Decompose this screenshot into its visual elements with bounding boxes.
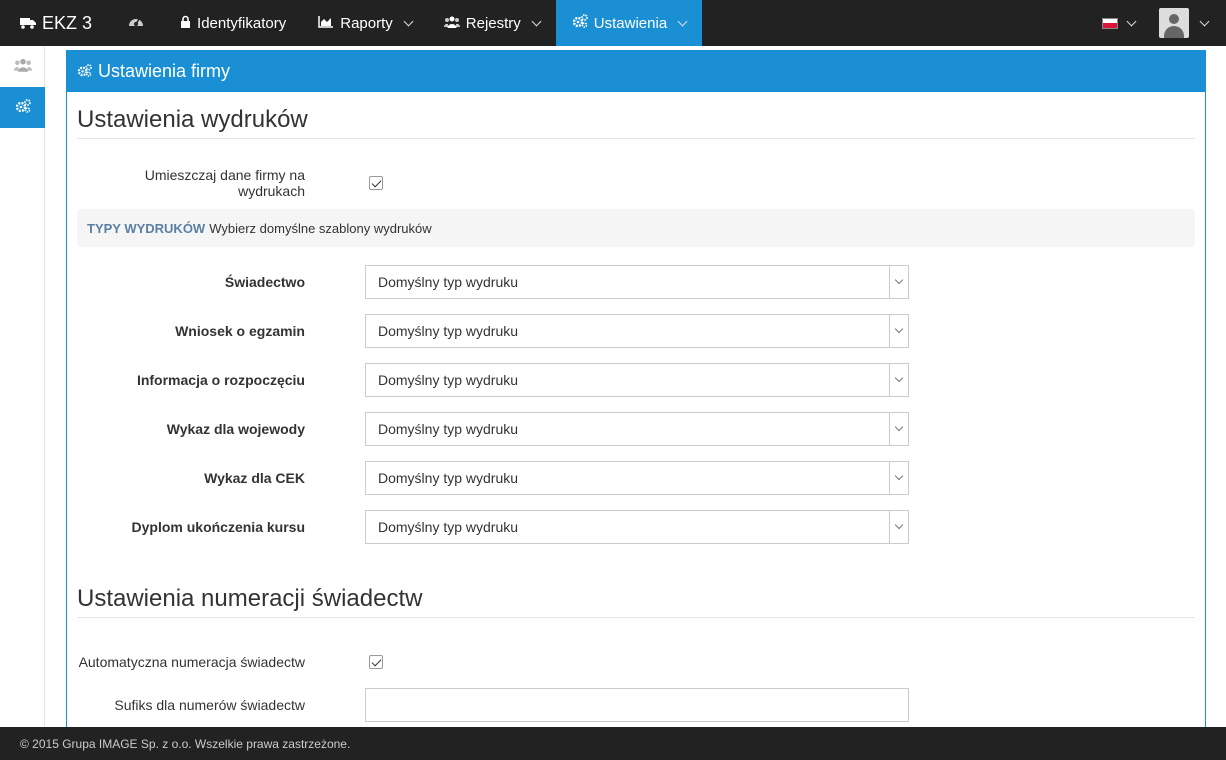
auto-numbering-checkbox[interactable] <box>369 655 383 669</box>
select-label: Świadectwo <box>224 273 305 290</box>
users-icon <box>13 58 32 75</box>
nav-raporty-label: Raporty <box>340 14 393 32</box>
panel-title: Ustawienia firmy <box>98 61 231 81</box>
nav-identyfikatory[interactable]: Identyfikatory <box>164 0 302 46</box>
user-avatar-icon <box>1159 8 1189 38</box>
truck-icon <box>20 13 36 34</box>
nav-rejestry-label: Rejestry <box>465 14 521 32</box>
cogs-icon <box>572 14 588 32</box>
flag-pl-icon <box>1102 17 1118 29</box>
cogs-icon <box>77 61 92 82</box>
select-label: Dyplom ukończenia kursu <box>131 518 305 535</box>
select-row-wojewoda: Wykaz dla wojewody Domyślny typ wydruku <box>77 404 1195 453</box>
select-value: Domyślny typ wydruku <box>378 518 519 535</box>
select-row-informacja: Informacja o rozpoczęciu Domyślny typ wy… <box>77 355 1195 404</box>
select-row-wniosek: Wniosek o egzamin Domyślny typ wydruku <box>77 306 1195 355</box>
chevron-down-icon <box>889 510 908 543</box>
auto-numbering-row: Automatyczna numeracja świadectw <box>77 636 1195 688</box>
print-settings-title: Ustawienia wydruków <box>77 92 1195 139</box>
print-types-heading: TYPY WYDRUKÓW <box>87 220 206 236</box>
numbering-settings-title: Ustawienia numeracji świadectw <box>77 571 1195 618</box>
suffix-label: Sufiks dla numerów świadectw <box>114 697 305 713</box>
select-value: Domyślny typ wydruku <box>378 273 519 290</box>
select-label: Informacja o rozpoczęciu <box>136 371 305 388</box>
print-type-select[interactable]: Domyślny typ wydruku <box>365 411 909 446</box>
select-row-dyplom: Dyplom ukończenia kursu Domyślny typ wyd… <box>77 502 1195 551</box>
nav-rejestry[interactable]: Rejestry <box>428 0 556 46</box>
brand-label: EKZ 3 <box>42 12 93 33</box>
left-sidebar <box>0 46 45 726</box>
sidebar-item-users[interactable] <box>0 46 45 87</box>
chevron-down-icon <box>677 16 688 26</box>
copyright-text: © 2015 Grupa IMAGE Sp. z o.o. Wszelkie p… <box>20 736 351 751</box>
select-label: Wykaz dla CEK <box>204 469 305 486</box>
select-value: Domyślny typ wydruku <box>378 371 519 388</box>
chevron-down-icon <box>889 412 908 445</box>
lock-icon <box>180 15 191 32</box>
auto-numbering-label: Automatyczna numeracja świadectw <box>78 654 305 670</box>
nav-dashboard[interactable] <box>108 0 164 46</box>
panel-header: Ustawienia firmy <box>67 51 1205 92</box>
chevron-down-icon <box>1199 16 1210 26</box>
select-label: Wykaz dla wojewody <box>166 420 305 437</box>
cogs-icon <box>15 99 31 116</box>
include-company-checkbox[interactable] <box>369 176 383 190</box>
dashboard-icon <box>128 14 144 32</box>
suffix-input[interactable] <box>365 688 909 722</box>
nav-ustawienia[interactable]: Ustawienia <box>555 0 703 46</box>
user-menu[interactable] <box>1153 8 1226 38</box>
print-type-select[interactable]: Domyślny typ wydruku <box>365 313 909 348</box>
chevron-down-icon <box>889 314 908 347</box>
select-value: Domyślny typ wydruku <box>378 322 519 339</box>
brand-link[interactable]: EKZ 3 <box>0 0 108 46</box>
chevron-down-icon <box>403 16 414 26</box>
nav-ustawienia-label: Ustawienia <box>593 14 668 32</box>
chevron-down-icon <box>889 461 908 494</box>
top-navbar: EKZ 3 Identyfikatory Raporty Rejestry Us… <box>0 0 1226 46</box>
users-icon <box>443 15 460 32</box>
chevron-down-icon <box>889 265 908 298</box>
chevron-down-icon <box>889 363 908 396</box>
select-value: Domyślny typ wydruku <box>378 420 519 437</box>
language-dropdown[interactable] <box>1102 16 1153 29</box>
footer: © 2015 Grupa IMAGE Sp. z o.o. Wszelkie p… <box>0 727 1226 760</box>
print-types-info: TYPY WYDRUKÓW Wybierz domyślne szablony … <box>77 209 1195 247</box>
company-settings-panel: Ustawienia firmy Ustawienia wydruków Umi… <box>66 50 1206 740</box>
print-type-select[interactable]: Domyślny typ wydruku <box>365 509 909 544</box>
chevron-down-icon <box>1126 16 1137 26</box>
print-type-select[interactable]: Domyślny typ wydruku <box>365 460 909 495</box>
print-type-select[interactable]: Domyślny typ wydruku <box>365 362 909 397</box>
print-type-select[interactable]: Domyślny typ wydruku <box>365 264 909 299</box>
area-chart-icon <box>318 15 334 32</box>
select-row-cek: Wykaz dla CEK Domyślny typ wydruku <box>77 453 1195 502</box>
nav-identyfikatory-label: Identyfikatory <box>197 14 287 32</box>
include-company-label: Umieszczaj dane firmy na wydrukach <box>144 167 305 199</box>
sidebar-item-settings[interactable] <box>0 87 45 128</box>
select-row-swiadectwo: Świadectwo Domyślny typ wydruku <box>77 257 1195 306</box>
select-value: Domyślny typ wydruku <box>378 469 519 486</box>
select-label: Wniosek o egzamin <box>175 322 305 339</box>
print-types-text: Wybierz domyślne szablony wydruków <box>209 220 432 236</box>
chevron-down-icon <box>531 16 542 26</box>
include-company-row: Umieszczaj dane firmy na wydrukach <box>77 157 1195 209</box>
suffix-row: Sufiks dla numerów świadectw <box>77 688 1195 722</box>
nav-raporty[interactable]: Raporty <box>302 0 428 46</box>
